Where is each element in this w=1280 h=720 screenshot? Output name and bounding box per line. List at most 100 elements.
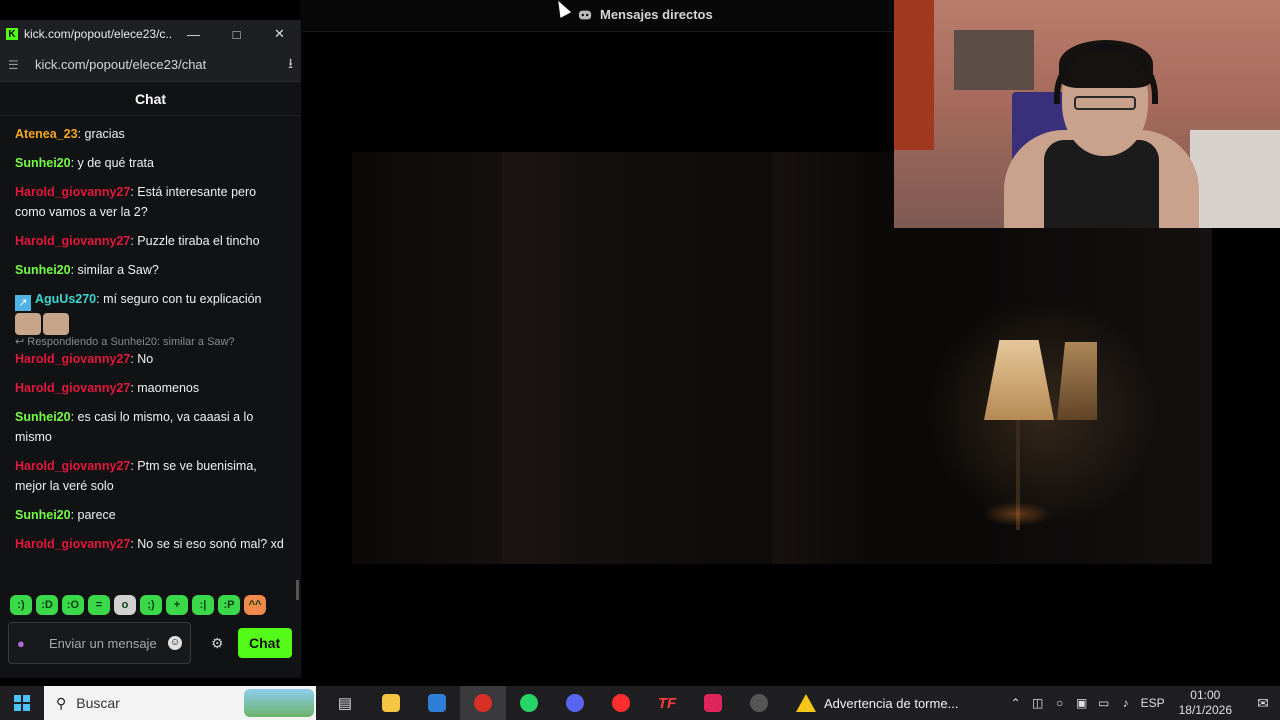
emote-icon[interactable]: o: [114, 595, 136, 615]
window-titlebar: K kick.com/popout/elece23/c... — □ ✕: [0, 20, 301, 48]
chat-text: : Puzzle tiraba el tincho: [130, 234, 260, 248]
chat-message: Harold_giovanny27: maomenos: [15, 378, 286, 398]
direct-messages-button[interactable]: Mensajes directos: [578, 7, 713, 22]
chat-username[interactable]: Sunhei20: [15, 410, 71, 424]
kick-favicon-icon: K: [6, 28, 18, 40]
site-settings-icon[interactable]: ☰: [8, 58, 24, 72]
quick-emote-bar: :) :D :O = o ;) + :| :P ^^: [10, 594, 280, 616]
search-icon: ⚲: [56, 694, 67, 711]
search-placeholder: Buscar: [76, 695, 120, 711]
chat-message: Sunhei20: parece: [15, 505, 286, 525]
chat-message: Sunhei20: y de qué trata: [15, 153, 286, 173]
clock[interactable]: 01:00 18/1/2026: [1179, 688, 1232, 718]
chat-text: : No se si eso sonó mal? xd: [130, 537, 284, 551]
start-button[interactable]: [0, 686, 44, 720]
desktop: Mensajes directos K kick.com/popout/elec…: [0, 0, 1280, 720]
clock-time: 01:00: [1190, 688, 1221, 702]
discord-icon: [578, 10, 592, 19]
curtain: [772, 152, 862, 564]
emote-icon[interactable]: :): [10, 595, 32, 615]
device-icon[interactable]: ◫: [1027, 696, 1049, 710]
network-icon[interactable]: ▭: [1093, 696, 1115, 710]
discord-icon[interactable]: [552, 686, 598, 720]
chat-username[interactable]: AguUs270: [35, 292, 96, 306]
glasses: [1074, 96, 1136, 110]
notifications-icon[interactable]: ✉: [1246, 686, 1280, 720]
curtain: [502, 152, 592, 564]
reply-reference: ↩ Respondiendo a Sunhei20: similar a Saw…: [15, 336, 235, 348]
emote-icon[interactable]: =: [88, 595, 110, 615]
message-input[interactable]: ● Enviar un mensaje ☺: [8, 622, 191, 664]
chat-username[interactable]: Harold_giovanny27: [15, 185, 130, 199]
chat-input-row: ● Enviar un mensaje ☺ ⚙ Chat: [8, 622, 298, 664]
whatsapp-icon[interactable]: [506, 686, 552, 720]
window-title: kick.com/popout/elece23/c...: [24, 27, 172, 41]
chat-scrollbar[interactable]: [296, 580, 299, 600]
bed: [1190, 130, 1280, 228]
weather-alert[interactable]: Advertencia de torme...: [796, 694, 958, 712]
chat-message: ↗ AguUs270: mí seguro con tu explicación: [15, 289, 286, 335]
reply-text: Respondiendo a Sunhei20: similar a Saw?: [27, 336, 235, 348]
close-button[interactable]: ✕: [258, 20, 301, 48]
windows-taskbar: ⚲ Buscar ▤ TF Advertencia de torme... ⌃ …: [0, 686, 1280, 720]
url-text[interactable]: kick.com/popout/elece23/chat: [35, 57, 288, 72]
weather-text: Advertencia de torme...: [824, 695, 959, 711]
emote-icon[interactable]: :O: [62, 595, 84, 615]
fireplace-embers: [982, 502, 1052, 526]
chat-header: Chat: [0, 82, 301, 116]
chat-username[interactable]: Sunhei20: [15, 263, 71, 277]
send-chat-button[interactable]: Chat: [237, 628, 292, 658]
minimize-button[interactable]: —: [172, 20, 215, 48]
chat-username[interactable]: Harold_giovanny27: [15, 537, 130, 551]
emote-icon[interactable]: :|: [192, 595, 214, 615]
chrome-icon[interactable]: [460, 686, 506, 720]
file-explorer-icon[interactable]: [368, 686, 414, 720]
microsoft-store-icon[interactable]: [414, 686, 460, 720]
chevron-up-icon[interactable]: ⌃: [1005, 696, 1027, 710]
chat-username[interactable]: Sunhei20: [15, 156, 71, 170]
cat-emote-icon: [15, 313, 41, 335]
language-indicator[interactable]: ESP: [1137, 696, 1169, 710]
volume-icon[interactable]: ♪: [1115, 696, 1137, 710]
microphone-icon[interactable]: ○: [1049, 696, 1071, 710]
chat-message: Atenea_23: gracias: [15, 124, 286, 144]
mic-icon[interactable]: ●: [17, 636, 31, 651]
chat-text: : No: [130, 352, 154, 366]
obs-recording-icon[interactable]: [736, 686, 782, 720]
chat-message: Sunhei20: es casi lo mismo, va caaasi a …: [15, 407, 286, 447]
tiktok-font-app-icon[interactable]: TF: [644, 686, 690, 720]
emote-icon[interactable]: :D: [36, 595, 58, 615]
search-highlight-image[interactable]: [244, 689, 314, 717]
youtube-music-icon[interactable]: [598, 686, 644, 720]
emote-icon[interactable]: ;): [140, 595, 162, 615]
message-placeholder: Enviar un mensaje: [49, 635, 157, 651]
display-icon[interactable]: ▣: [1071, 696, 1093, 710]
chat-username[interactable]: Harold_giovanny27: [15, 352, 130, 366]
chat-username[interactable]: Harold_giovanny27: [15, 459, 130, 473]
maximize-button[interactable]: □: [215, 20, 258, 48]
chat-popout-window: K kick.com/popout/elece23/c... — □ ✕ ☰ k…: [0, 20, 302, 678]
chat-username[interactable]: Harold_giovanny27: [15, 381, 130, 395]
emote-icon[interactable]: ^^: [244, 595, 266, 615]
chat-username[interactable]: Atenea_23: [15, 127, 78, 141]
emoji-picker-icon[interactable]: ☺: [168, 636, 182, 650]
task-view-icon[interactable]: ▤: [322, 686, 368, 720]
hanging-clothes: [894, 0, 934, 150]
tiktok-icon[interactable]: [690, 686, 736, 720]
chat-message: Harold_giovanny27: Puzzle tiraba el tinc…: [15, 231, 286, 251]
emote-icon[interactable]: +: [166, 595, 188, 615]
subscriber-badge-icon: ↗: [15, 295, 31, 311]
direct-messages-label: Mensajes directos: [600, 7, 713, 22]
download-icon[interactable]: ⭳: [288, 53, 293, 77]
pinned-apps: ▤ TF: [322, 686, 782, 720]
chat-username[interactable]: Harold_giovanny27: [15, 234, 130, 248]
emote-row: [15, 313, 286, 335]
windows-logo-icon: [14, 695, 30, 711]
taskbar-search[interactable]: ⚲ Buscar: [44, 686, 316, 720]
emote-icon[interactable]: :P: [218, 595, 240, 615]
chat-username[interactable]: Sunhei20: [15, 508, 71, 522]
chat-message: Sunhei20: similar a Saw?: [15, 260, 286, 280]
chat-settings-icon[interactable]: ⚙: [211, 635, 224, 652]
system-tray: ⌃ ◫ ○ ▣ ▭ ♪ ESP 01:00 18/1/2026 ✉: [1005, 686, 1280, 720]
chat-text: : maomenos: [130, 381, 200, 395]
